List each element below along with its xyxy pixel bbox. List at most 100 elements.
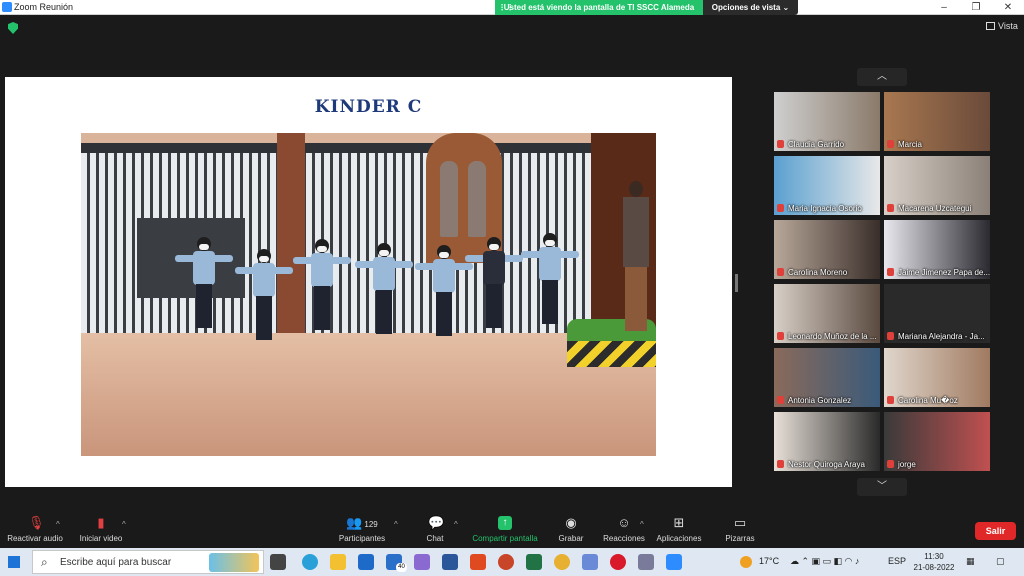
minimize-button[interactable]: –	[928, 0, 960, 15]
whiteboard-icon: ▭	[733, 515, 747, 530]
screen-share-banner: ⋮⋮ Usted está viendo la pantalla de TI S…	[495, 0, 703, 15]
participant-tile[interactable]: Carolina Moreno	[774, 220, 880, 279]
chat-button[interactable]: 💬 Chat	[420, 515, 450, 544]
participant-tile[interactable]: Macarena Uzcategui	[884, 156, 990, 215]
notifications-icon[interactable]: ▢	[996, 556, 1005, 567]
widget-icon[interactable]: ▦	[966, 556, 975, 567]
task-view-icon[interactable]	[270, 554, 286, 570]
apps-button[interactable]: ⊞ Aplicaciones	[654, 515, 704, 544]
powerpoint-icon[interactable]	[498, 554, 514, 570]
gallery-up-arrow[interactable]: ︿	[857, 68, 907, 86]
grid-view-icon	[986, 22, 995, 30]
participant-name: Marcia	[898, 140, 923, 149]
muted-mic-icon	[887, 140, 894, 148]
whiteboards-button[interactable]: ▭ Pizarras	[722, 515, 758, 544]
clock-time: 11:30	[924, 552, 944, 561]
record-button[interactable]: ◉ Grabar	[556, 516, 586, 544]
office-icon[interactable]	[470, 554, 486, 570]
muted-mic-icon: 🎙	[28, 515, 45, 530]
zoom-taskbar-icon[interactable]	[666, 554, 682, 570]
reactions-icon: ☺	[617, 515, 631, 530]
weather-temp[interactable]: 17°C	[759, 556, 779, 566]
search-highlight-image	[209, 553, 259, 572]
share-screen-button[interactable]: ↑ Compartir pantalla	[470, 516, 540, 543]
chat-caret-icon[interactable]: ^	[454, 520, 458, 529]
participant-name: Antonia Gonzalez	[788, 396, 852, 405]
chat-icon: 💬	[428, 515, 445, 530]
maximize-button[interactable]: ❐	[960, 0, 992, 15]
muted-mic-icon	[887, 332, 894, 340]
video-options-caret-icon[interactable]: ^	[122, 520, 126, 529]
participant-tile[interactable]: Nestor Quiroga Araya	[774, 412, 880, 471]
participants-count: 129	[364, 520, 378, 529]
search-icon: ⌕	[41, 555, 48, 569]
photo-statue	[440, 161, 458, 237]
panel-splitter[interactable]	[735, 274, 738, 292]
encryption-shield-icon[interactable]	[8, 22, 18, 34]
start-video-button[interactable]: ▮ Iniciar video	[78, 515, 124, 544]
edge-icon[interactable]	[302, 554, 318, 570]
participant-tile[interactable]: Marcia	[884, 92, 990, 151]
app-icon[interactable]	[638, 554, 654, 570]
participant-tile[interactable]: Carolina Mu�oz	[884, 348, 990, 407]
muted-mic-icon	[777, 140, 784, 148]
participant-tile[interactable]: jorge	[884, 412, 990, 471]
store-icon[interactable]	[358, 554, 374, 570]
apps-icon: ⊞	[673, 515, 685, 530]
participant-tile[interactable]: Claudia Garrido	[774, 92, 880, 151]
participant-tile[interactable]: Antonia Gonzalez	[774, 348, 880, 407]
photo-fence-rail	[81, 143, 601, 153]
taskbar-clock[interactable]: 11:30 21-08-2022	[912, 551, 956, 573]
excel-icon[interactable]	[526, 554, 542, 570]
view-button[interactable]: Vista	[986, 21, 1018, 31]
participant-name: Mariana Alejandra - Ja...	[898, 332, 985, 341]
participants-caret-icon[interactable]: ^	[394, 520, 398, 529]
search-placeholder: Escribe aquí para buscar	[60, 557, 172, 568]
muted-mic-icon	[777, 204, 784, 212]
muted-mic-icon	[777, 332, 784, 340]
muted-mic-icon	[887, 460, 894, 468]
close-button[interactable]: ✕	[992, 0, 1024, 15]
photo-crate	[567, 341, 656, 367]
app-icon[interactable]	[414, 554, 430, 570]
audio-options-caret-icon[interactable]: ^	[56, 520, 60, 529]
participant-name: Carolina Mu�oz	[898, 396, 958, 405]
video-off-icon: ▮	[97, 515, 105, 530]
participant-name: Claudia Garrido	[788, 140, 845, 149]
file-explorer-icon[interactable]	[330, 554, 346, 570]
participant-name: Maria Ignacia Osorio	[788, 204, 862, 213]
opera-icon[interactable]	[610, 554, 626, 570]
zoom-icon	[2, 2, 12, 12]
shared-screen: KINDER C	[5, 77, 732, 487]
language-indicator[interactable]: ESP	[888, 556, 906, 566]
muted-mic-icon	[777, 268, 784, 276]
meeting-toolbar: 🎙 Reactivar audio ^ ▮ Iniciar video ^ 👥 1…	[0, 510, 1024, 548]
word-icon[interactable]	[442, 554, 458, 570]
gallery-down-arrow[interactable]: ﹀	[857, 478, 907, 496]
reactions-caret-icon[interactable]: ^	[640, 520, 644, 529]
view-options-button[interactable]: Opciones de vista ⌄	[703, 0, 798, 15]
participant-name: Jaime Jimenez Papa de...	[898, 268, 990, 277]
tray-icons[interactable]: ☁ ⌃ ▣ ▭ ◧ ◠ ♪	[790, 556, 859, 567]
share-screen-icon: ↑	[498, 516, 512, 530]
photo-statue	[468, 161, 486, 237]
participant-tile[interactable]: Jaime Jimenez Papa de...	[884, 220, 990, 279]
slide-title: KINDER C	[314, 97, 423, 117]
chrome-icon[interactable]	[554, 554, 570, 570]
app-icon[interactable]	[582, 554, 598, 570]
participant-name: jorge	[898, 460, 916, 469]
drag-handle-icon[interactable]: ⋮⋮	[498, 0, 514, 15]
leave-button[interactable]: Salir	[975, 522, 1016, 540]
photo-pillar	[277, 133, 305, 333]
participant-name: Macarena Uzcategui	[898, 204, 972, 213]
muted-mic-icon	[777, 460, 784, 468]
windows-start-icon[interactable]	[8, 556, 20, 568]
participant-tile[interactable]: Leonardo Muñoz de la ...	[774, 284, 880, 343]
participant-tile[interactable]: Mariana Alejandra - Ja...	[884, 284, 990, 343]
taskbar-search-box[interactable]: ⌕ Escribe aquí para buscar	[32, 550, 264, 574]
participants-button[interactable]: 👥 129 Participantes	[336, 516, 388, 544]
participant-tile[interactable]: Maria Ignacia Osorio	[774, 156, 880, 215]
weather-icon[interactable]	[740, 556, 752, 568]
muted-mic-icon	[887, 204, 894, 212]
windows-taskbar: ⌕ Escribe aquí para buscar 17°C ☁ ⌃ ▣ ▭ …	[0, 548, 1024, 576]
